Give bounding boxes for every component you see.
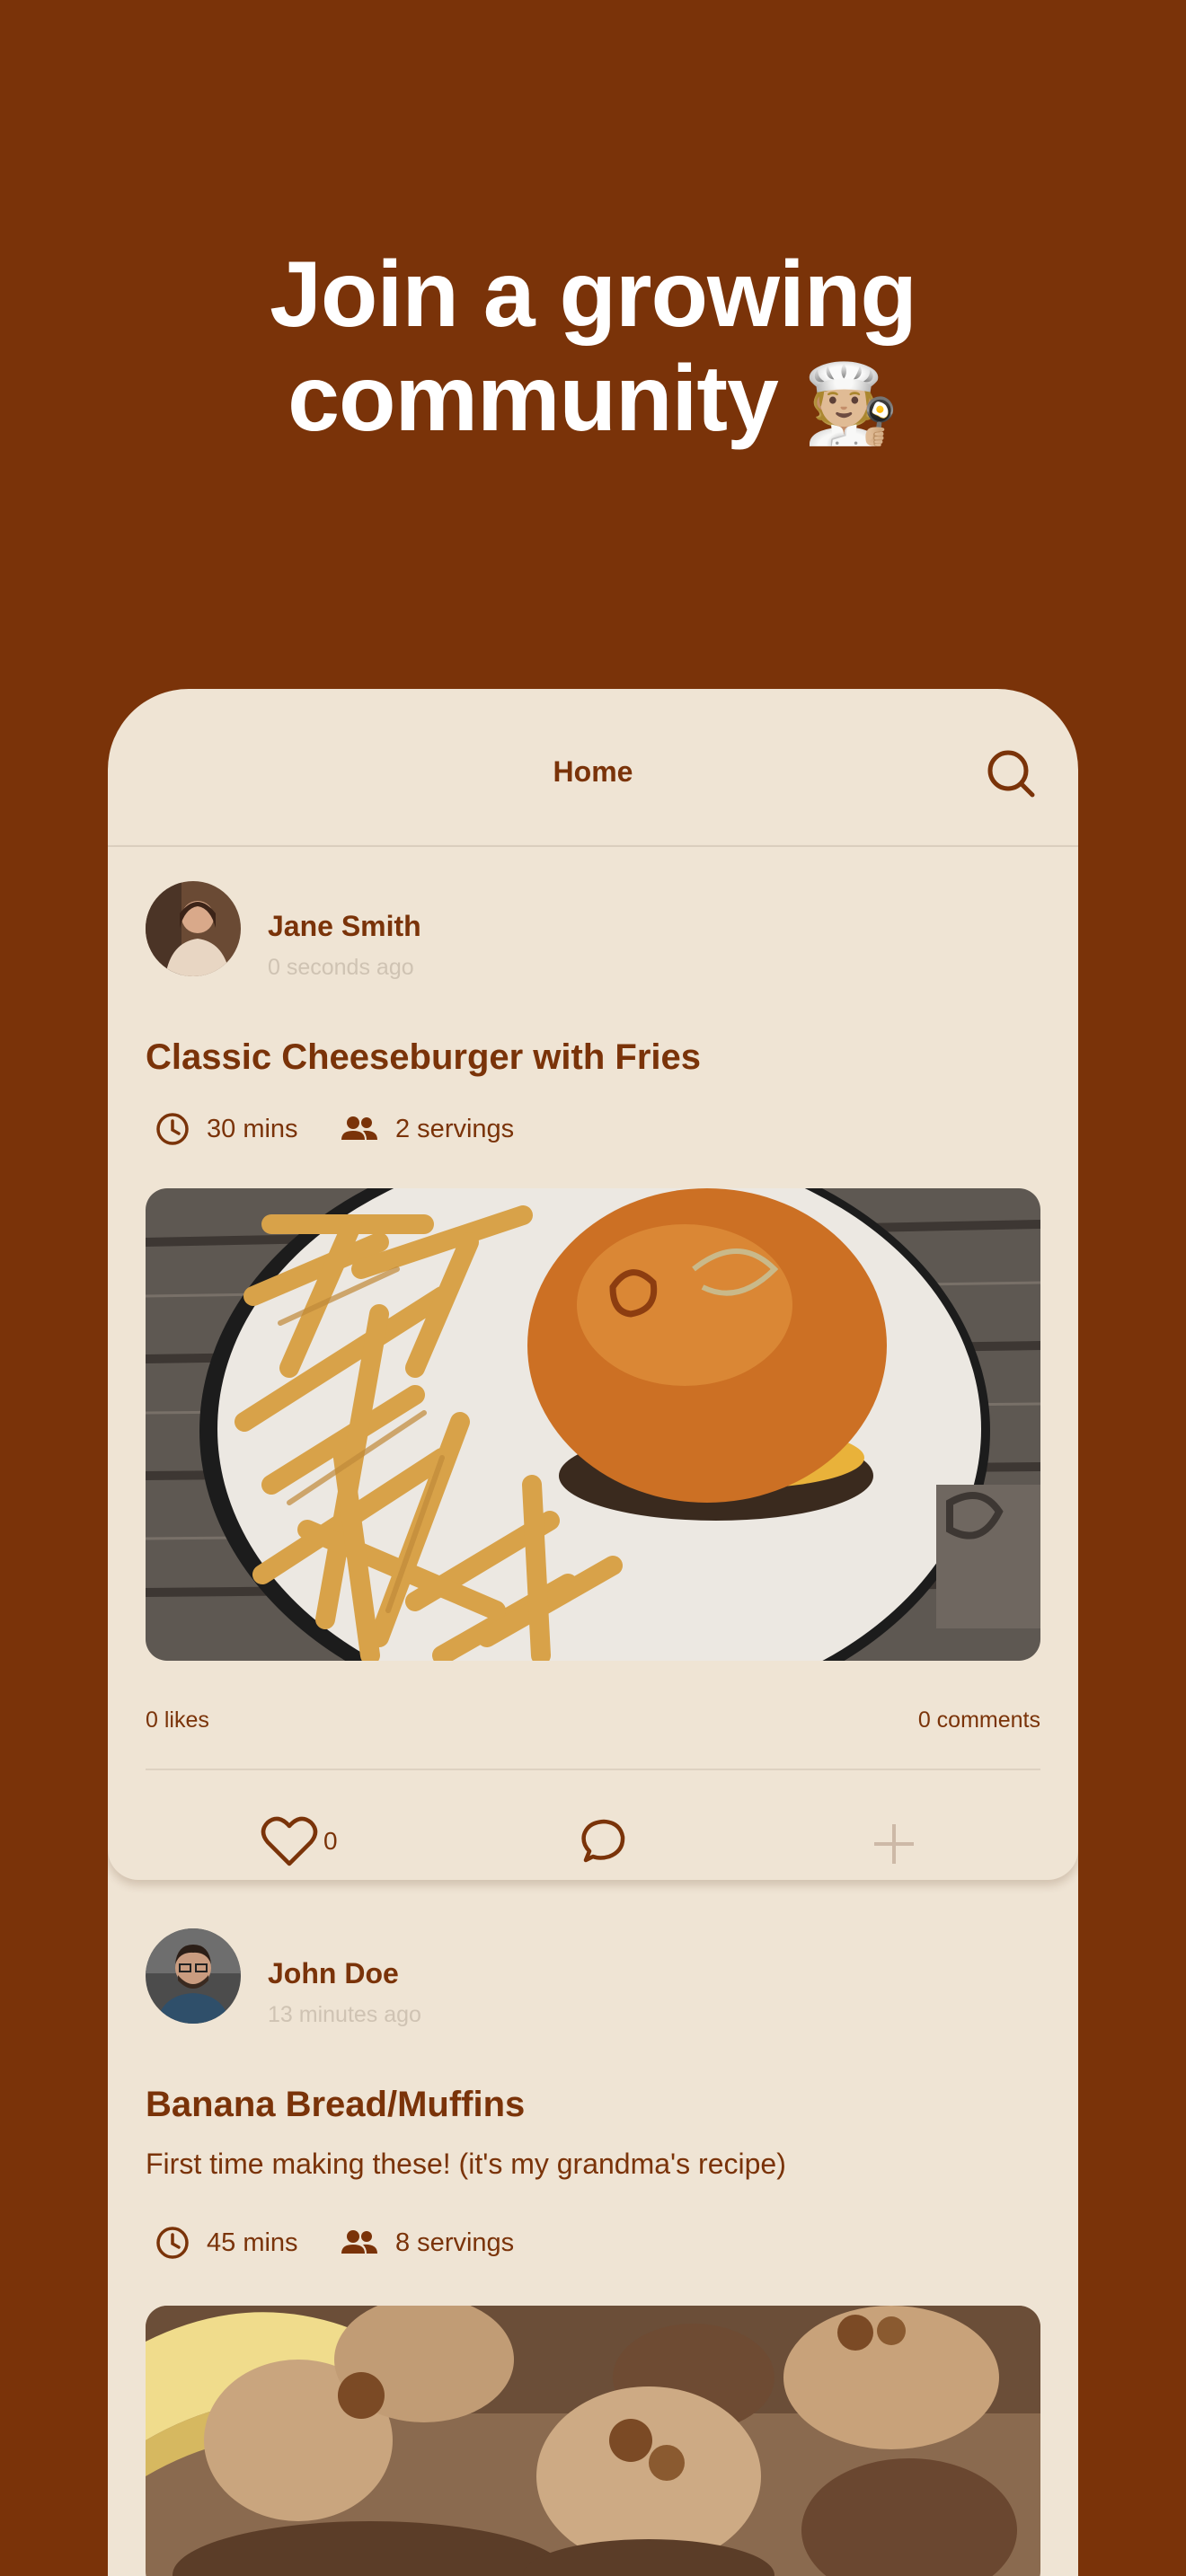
servings-item: 8 servings bbox=[340, 2225, 514, 2261]
user-avatar[interactable] bbox=[146, 1928, 241, 2024]
search-icon[interactable] bbox=[984, 746, 1038, 800]
like-button-count: 0 bbox=[323, 1827, 338, 1855]
duration-item: 30 mins bbox=[155, 1111, 298, 1147]
people-icon bbox=[341, 1116, 377, 1140]
likes-count: 0 likes bbox=[146, 1707, 209, 1733]
avatar-image bbox=[146, 1928, 241, 2024]
user-avatar[interactable] bbox=[146, 881, 241, 976]
post-timestamp: 13 minutes ago bbox=[268, 2002, 421, 2027]
user-name[interactable]: Jane Smith bbox=[268, 910, 421, 943]
like-button[interactable]: 0 bbox=[261, 1815, 338, 1867]
comment-button[interactable] bbox=[577, 1817, 627, 1867]
comment-bubble-icon bbox=[581, 1819, 625, 1863]
recipe-photo[interactable] bbox=[146, 2306, 1040, 2576]
post-card[interactable]: John Doe 13 minutes ago Banana Bread/Muf… bbox=[108, 1887, 1078, 2576]
comments-count[interactable]: 0 comments bbox=[918, 1707, 1040, 1734]
duration-item: 45 mins bbox=[155, 2225, 298, 2261]
recipe-description: First time making these! (it's my grandm… bbox=[146, 2148, 786, 2180]
actions-divider bbox=[146, 1769, 1040, 1770]
hero-heading: Join a growing community 🧑🏼‍🍳 bbox=[0, 243, 1186, 456]
user-name[interactable]: John Doe bbox=[268, 1957, 399, 1990]
app-top-bar: Home bbox=[108, 689, 1078, 847]
heart-icon bbox=[261, 1816, 318, 1866]
add-button[interactable] bbox=[872, 1822, 916, 1866]
recipe-photo[interactable] bbox=[146, 1188, 1040, 1661]
hero-line-2: community 🧑🏼‍🍳 bbox=[0, 347, 1186, 456]
post-card[interactable]: Jane Smith 0 seconds ago Classic Cheeseb… bbox=[108, 847, 1078, 1880]
phone-screen: Home Jane Smith 0 seconds ago Classic Ch… bbox=[108, 689, 1078, 2576]
chef-emoji-icon: 🧑🏼‍🍳 bbox=[802, 359, 899, 449]
hero-line-1: Join a growing bbox=[270, 243, 917, 347]
servings-text: 2 servings bbox=[395, 1114, 515, 1143]
duration-text: 30 mins bbox=[207, 1114, 298, 1143]
hero-line-2-text: community bbox=[288, 347, 779, 451]
recipe-title[interactable]: Banana Bread/Muffins bbox=[146, 2085, 525, 2125]
servings-text: 8 servings bbox=[395, 2228, 515, 2257]
avatar-image bbox=[146, 881, 241, 976]
duration-text: 45 mins bbox=[207, 2228, 298, 2257]
burger-fries-image bbox=[146, 1188, 1040, 1661]
clock-icon bbox=[156, 1113, 189, 1145]
muffins-image bbox=[146, 2306, 1040, 2576]
post-timestamp: 0 seconds ago bbox=[268, 955, 414, 980]
clock-icon bbox=[156, 2227, 189, 2259]
page-title: Home bbox=[553, 755, 633, 788]
servings-item: 2 servings bbox=[340, 1111, 514, 1147]
recipe-title[interactable]: Classic Cheeseburger with Fries bbox=[146, 1037, 701, 1078]
people-icon bbox=[341, 2230, 377, 2254]
plus-icon bbox=[874, 1824, 914, 1864]
